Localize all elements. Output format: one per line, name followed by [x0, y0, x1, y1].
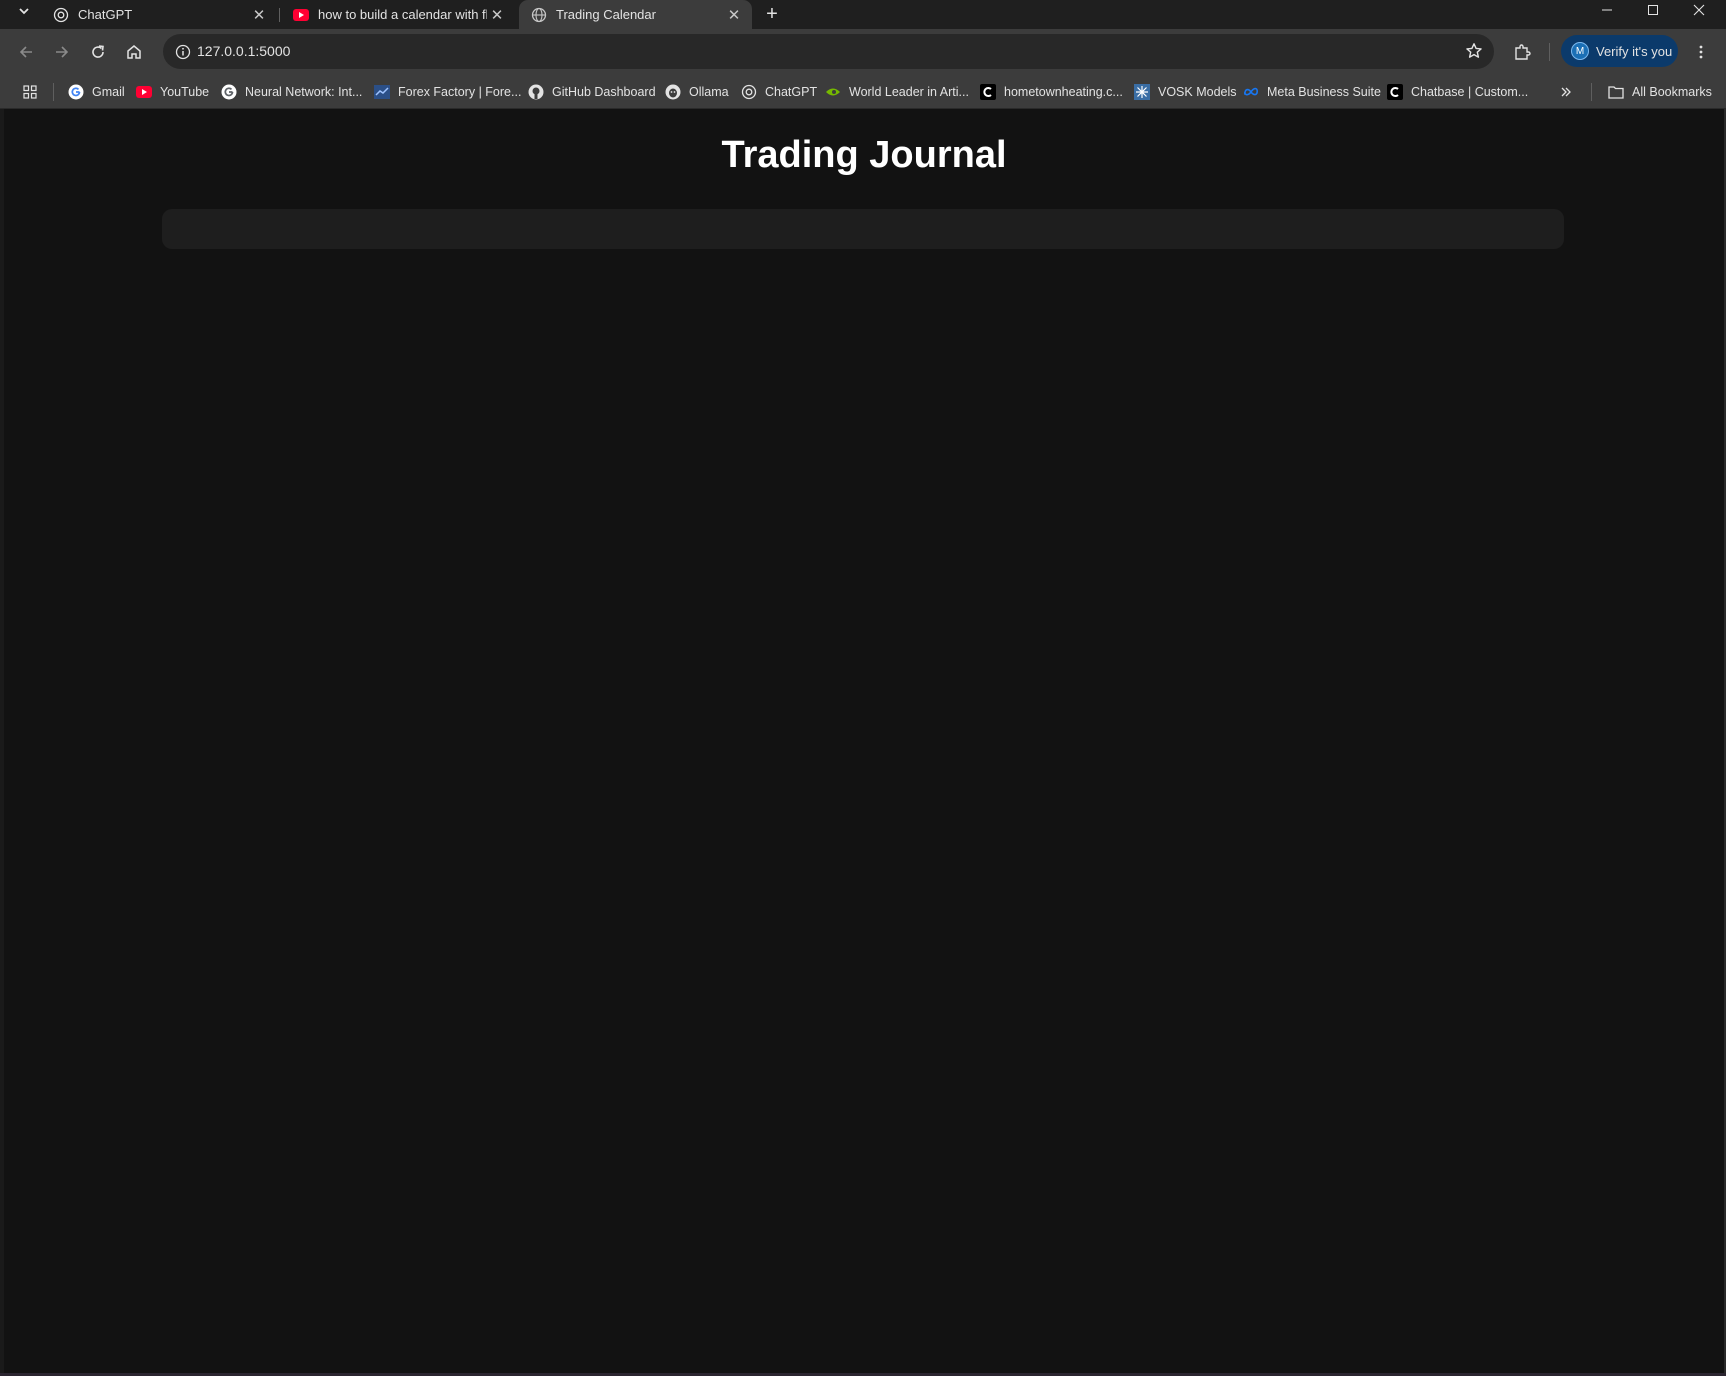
bookmark-gmail[interactable]: Gmail — [68, 80, 125, 104]
apps-button[interactable] — [22, 80, 46, 104]
all-bookmarks-label: All Bookmarks — [1632, 85, 1712, 99]
calendar-container — [162, 209, 1564, 249]
close-icon[interactable]: ✕ — [249, 5, 269, 25]
new-tab-button[interactable]: + — [759, 1, 785, 27]
chatgpt-icon — [53, 7, 69, 23]
bookmark-github[interactable]: GitHub Dashboard — [528, 80, 656, 104]
more-vert-icon — [1699, 45, 1703, 59]
avatar: M — [1571, 42, 1589, 60]
reload-button[interactable] — [82, 36, 114, 68]
url-text[interactable]: 127.0.0.1:5000 — [197, 34, 290, 69]
bookmark-label: YouTube — [160, 85, 210, 99]
c-logo-icon — [980, 84, 996, 100]
bookmark-label: Neural Network: Int... — [245, 85, 363, 99]
minimize-icon[interactable] — [1584, 0, 1630, 20]
tab-search-button[interactable] — [9, 0, 39, 22]
bookmark-label: Gmail — [92, 85, 125, 99]
bookmark-hometownheating[interactable]: hometownheating.c... — [980, 80, 1123, 104]
bookmark-star-icon[interactable] — [1464, 41, 1484, 61]
bookmarks-divider — [53, 83, 54, 101]
forward-button[interactable] — [46, 36, 78, 68]
github-icon — [528, 84, 544, 100]
bookmark-vosk[interactable]: VOSK Models — [1134, 80, 1237, 104]
bookmarks-divider — [1591, 83, 1592, 101]
page-title: Trading Journal — [721, 134, 1007, 176]
chevron-double-right-icon — [1558, 84, 1574, 100]
arrow-left-icon — [19, 46, 32, 58]
site-info-icon[interactable] — [169, 38, 196, 65]
close-window-icon[interactable] — [1676, 0, 1722, 20]
youtube-icon — [293, 7, 309, 23]
close-icon[interactable]: ✕ — [487, 5, 507, 25]
youtube-icon — [136, 84, 152, 100]
reload-icon — [92, 45, 104, 58]
folder-icon — [1608, 84, 1624, 100]
tab-title: Trading Calendar — [556, 7, 656, 22]
forex-factory-icon — [374, 84, 390, 100]
tab-youtube[interactable]: how to build a calendar with fla ✕ — [281, 0, 515, 29]
puzzle-icon — [1515, 44, 1531, 60]
home-button[interactable] — [118, 36, 150, 68]
nvidia-icon — [825, 84, 841, 100]
ollama-icon — [665, 84, 681, 100]
toolbar-divider — [1549, 43, 1550, 61]
bookmark-label: Forex Factory | Fore... — [398, 85, 522, 99]
more-bookmarks-button[interactable] — [1558, 80, 1582, 104]
bookmark-ollama[interactable]: Ollama — [665, 80, 729, 104]
verify-label: Verify it's you — [1596, 43, 1673, 59]
address-bar[interactable]: 127.0.0.1:5000 — [163, 34, 1494, 69]
bookmark-label: Meta Business Suite — [1267, 85, 1381, 99]
bookmark-neural-network[interactable]: Neural Network: Int... — [221, 80, 362, 104]
bookmark-chatbase[interactable]: Chatbase | Custom... — [1387, 80, 1528, 104]
tab-chatgpt[interactable]: ChatGPT ✕ — [41, 0, 277, 29]
bookmark-label: Chatbase | Custom... — [1411, 85, 1529, 99]
bookmark-meta[interactable]: Meta Business Suite — [1243, 80, 1381, 104]
bookmark-nvidia[interactable]: World Leader in Arti... — [825, 80, 969, 104]
tab-title: ChatGPT — [78, 7, 133, 22]
bookmarks-bar: Gmail YouTube Neural Network: Int... For… — [0, 74, 1726, 109]
tab-trading-calendar[interactable]: Trading Calendar ✕ — [519, 0, 752, 29]
chatgpt-icon — [741, 84, 757, 100]
bookmark-label: Ollama — [689, 85, 729, 99]
chevron-down-icon — [19, 8, 29, 15]
google-icon — [68, 84, 84, 100]
bookmark-label: hometownheating.c... — [1004, 85, 1123, 99]
bookmark-label: GitHub Dashboard — [552, 85, 656, 99]
bookmark-label: VOSK Models — [1158, 85, 1237, 99]
close-icon[interactable]: ✕ — [724, 5, 744, 25]
maximize-icon[interactable] — [1630, 0, 1676, 20]
back-button[interactable] — [10, 36, 42, 68]
page-content: Trading Journal — [4, 109, 1724, 1373]
vosk-icon — [1134, 84, 1150, 100]
bookmark-chatgpt[interactable]: ChatGPT — [741, 80, 817, 104]
extensions-button[interactable] — [1506, 36, 1538, 68]
bookmark-label: ChatGPT — [765, 85, 818, 99]
home-icon — [127, 45, 141, 59]
c-logo-icon — [1387, 84, 1403, 100]
verify-profile-button[interactable]: M Verify it's you — [1561, 35, 1678, 67]
meta-icon — [1243, 84, 1259, 100]
arrow-right-icon — [56, 46, 69, 58]
bookmark-forex-factory[interactable]: Forex Factory | Fore... — [374, 80, 521, 104]
apps-grid-icon — [22, 84, 38, 100]
browser-toolbar: 127.0.0.1:5000 M Verify it's you — [0, 29, 1726, 74]
globe-icon — [531, 7, 547, 23]
google-icon — [221, 84, 237, 100]
menu-button[interactable] — [1685, 36, 1717, 68]
bookmark-youtube[interactable]: YouTube — [136, 80, 209, 104]
tab-divider — [279, 8, 280, 22]
tab-strip: ChatGPT ✕ how to build a calendar with f… — [0, 0, 1726, 29]
all-bookmarks-button[interactable]: All Bookmarks — [1608, 80, 1712, 104]
tab-title: how to build a calendar with fla — [318, 7, 487, 22]
bookmark-label: World Leader in Arti... — [849, 85, 969, 99]
